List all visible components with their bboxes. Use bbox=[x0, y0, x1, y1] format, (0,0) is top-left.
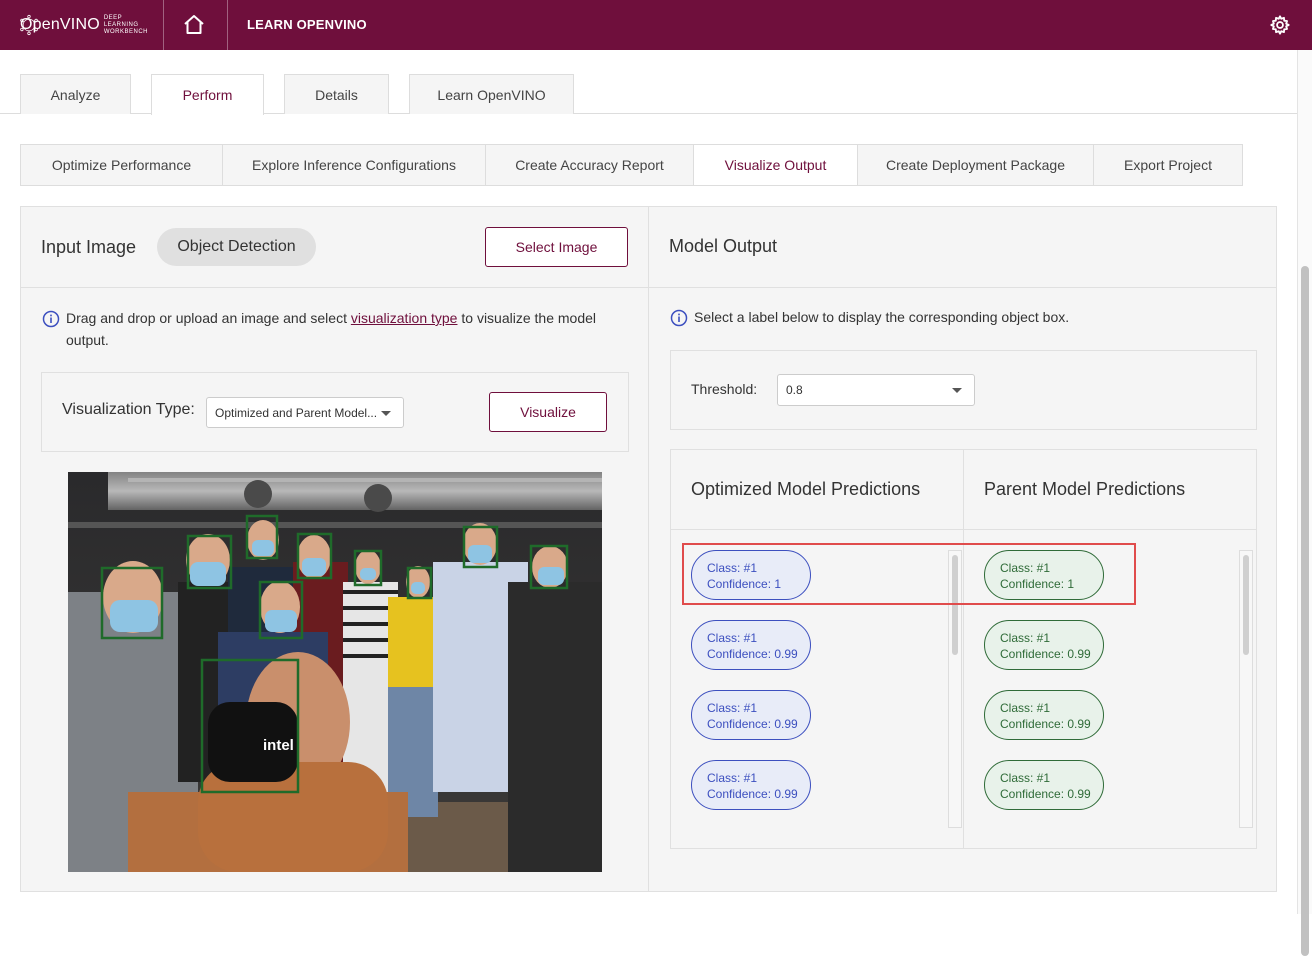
prediction-class: Class: #1 bbox=[1000, 701, 1051, 715]
info-icon bbox=[42, 310, 60, 328]
input-image-title: Input Image bbox=[41, 237, 137, 257]
prediction-item[interactable]: Class: #1 Confidence: 1 bbox=[691, 550, 811, 600]
sub-tabs: Optimize Performance Explore Inference C… bbox=[20, 144, 1243, 186]
visualization-type-link[interactable]: visualization type bbox=[351, 310, 458, 326]
parent-list-scrollbar[interactable] bbox=[1239, 550, 1253, 828]
model-output-title: Model Output bbox=[669, 236, 778, 256]
object-detection-chip: Object Detection bbox=[157, 228, 316, 266]
tab-explore-inference-configurations[interactable]: Explore Inference Configurations bbox=[223, 145, 486, 185]
visualization-type-box: Visualization Type: Optimized and Parent… bbox=[41, 372, 629, 452]
prediction-item[interactable]: Class: #1 Confidence: 1 bbox=[984, 550, 1104, 600]
parent-predictions-column: Parent Model Predictions Class: #1 Confi… bbox=[964, 450, 1256, 848]
home-icon[interactable] bbox=[182, 13, 206, 37]
optimized-list-scrollbar[interactable] bbox=[948, 550, 962, 828]
tab-export-project[interactable]: Export Project bbox=[1094, 145, 1242, 185]
prediction-confidence: Confidence: 0.99 bbox=[707, 787, 798, 801]
learn-openvino-link[interactable]: LEARN OPENVINO bbox=[247, 17, 367, 32]
optimized-predictions-title: Optimized Model Predictions bbox=[671, 450, 963, 530]
threshold-value: 0.8 bbox=[786, 383, 803, 397]
gear-icon[interactable] bbox=[1269, 14, 1291, 36]
top-bar: OpenVINO DEEP LEARNING WORKBENCH LEARN O… bbox=[0, 0, 1312, 50]
prediction-item[interactable]: Class: #1 Confidence: 0.99 bbox=[691, 760, 811, 810]
prediction-confidence: Confidence: 0.99 bbox=[1000, 787, 1091, 801]
prediction-class: Class: #1 bbox=[707, 771, 758, 785]
model-output-panel: Model Output Select a label below to dis… bbox=[648, 206, 1277, 892]
tab-visualize-output[interactable]: Visualize Output bbox=[694, 145, 858, 185]
visualization-type-label: Visualization Type: bbox=[62, 401, 195, 418]
threshold-label: Threshold: bbox=[691, 381, 758, 397]
parent-predictions-list: Class: #1 Confidence: 1 Class: #1 Confid… bbox=[964, 530, 1256, 848]
input-info-text: Drag and drop or upload an image and sel… bbox=[66, 307, 616, 351]
info-text-prefix: Drag and drop or upload an image and sel… bbox=[66, 310, 351, 326]
scrollbar-thumb[interactable] bbox=[952, 555, 958, 655]
mask-logo-text: intel bbox=[263, 737, 294, 754]
optimized-predictions-list: Class: #1 Confidence: 1 Class: #1 Confid… bbox=[671, 530, 963, 848]
input-photo: intel bbox=[68, 472, 602, 872]
brand-name: OpenVINO bbox=[19, 16, 100, 33]
prediction-class: Class: #1 bbox=[707, 561, 758, 575]
prediction-class: Class: #1 bbox=[707, 631, 758, 645]
model-output-info-text: Select a label below to display the corr… bbox=[694, 309, 1070, 325]
main-tabs: Analyze Perform Details Learn OpenVINO bbox=[0, 74, 1297, 115]
divider bbox=[163, 0, 164, 50]
visualize-button[interactable]: Visualize bbox=[489, 392, 607, 432]
visualization-type-value: Optimized and Parent Model... bbox=[215, 405, 378, 420]
prediction-class: Class: #1 bbox=[1000, 771, 1051, 785]
model-output-header: Model Output bbox=[649, 207, 1276, 288]
tab-create-deployment-package[interactable]: Create Deployment Package bbox=[858, 145, 1094, 185]
prediction-item[interactable]: Class: #1 Confidence: 0.99 bbox=[691, 690, 811, 740]
tab-perform[interactable]: Perform bbox=[151, 74, 264, 115]
prediction-item[interactable]: Class: #1 Confidence: 0.99 bbox=[691, 620, 811, 670]
threshold-select[interactable]: 0.8 bbox=[777, 374, 975, 406]
prediction-class: Class: #1 bbox=[1000, 561, 1051, 575]
tab-analyze[interactable]: Analyze bbox=[20, 74, 131, 114]
tab-optimize-performance[interactable]: Optimize Performance bbox=[21, 145, 223, 185]
page-scrollbar[interactable] bbox=[1297, 50, 1312, 956]
info-icon bbox=[670, 309, 688, 327]
tab-learn-openvino[interactable]: Learn OpenVINO bbox=[409, 74, 574, 114]
threshold-box: Threshold: 0.8 bbox=[670, 350, 1257, 430]
chevron-down-icon bbox=[952, 388, 962, 393]
prediction-confidence: Confidence: 0.99 bbox=[707, 717, 798, 731]
scrollbar-thumb[interactable] bbox=[1243, 555, 1249, 655]
scrollbar-thumb[interactable] bbox=[1301, 266, 1309, 956]
optimized-predictions-column: Optimized Model Predictions Class: #1 Co… bbox=[671, 450, 964, 848]
chevron-down-icon bbox=[381, 410, 391, 416]
tab-create-accuracy-report[interactable]: Create Accuracy Report bbox=[486, 145, 694, 185]
prediction-confidence: Confidence: 0.99 bbox=[707, 647, 798, 661]
divider bbox=[227, 0, 228, 50]
select-image-button[interactable]: Select Image bbox=[485, 227, 628, 267]
openvino-logo[interactable]: OpenVINO DEEP LEARNING WORKBENCH bbox=[18, 8, 148, 42]
input-image-header: Input Image Object Detection Select Imag… bbox=[21, 207, 648, 288]
predictions-table: Optimized Model Predictions Class: #1 Co… bbox=[670, 449, 1257, 849]
input-image-panel: Input Image Object Detection Select Imag… bbox=[20, 206, 649, 892]
prediction-confidence: Confidence: 1 bbox=[1000, 577, 1075, 591]
prediction-item[interactable]: Class: #1 Confidence: 0.99 bbox=[984, 620, 1104, 670]
brand-subtitle: DEEP LEARNING WORKBENCH bbox=[103, 14, 149, 35]
prediction-confidence: Confidence: 1 bbox=[707, 577, 782, 591]
visualization-type-select[interactable]: Optimized and Parent Model... bbox=[206, 397, 404, 428]
prediction-confidence: Confidence: 0.99 bbox=[1000, 717, 1091, 731]
prediction-class: Class: #1 bbox=[1000, 631, 1051, 645]
prediction-item[interactable]: Class: #1 Confidence: 0.99 bbox=[984, 760, 1104, 810]
parent-predictions-title: Parent Model Predictions bbox=[964, 450, 1256, 530]
prediction-item[interactable]: Class: #1 Confidence: 0.99 bbox=[984, 690, 1104, 740]
prediction-class: Class: #1 bbox=[707, 701, 758, 715]
tab-details[interactable]: Details bbox=[284, 74, 389, 114]
prediction-confidence: Confidence: 0.99 bbox=[1000, 647, 1091, 661]
